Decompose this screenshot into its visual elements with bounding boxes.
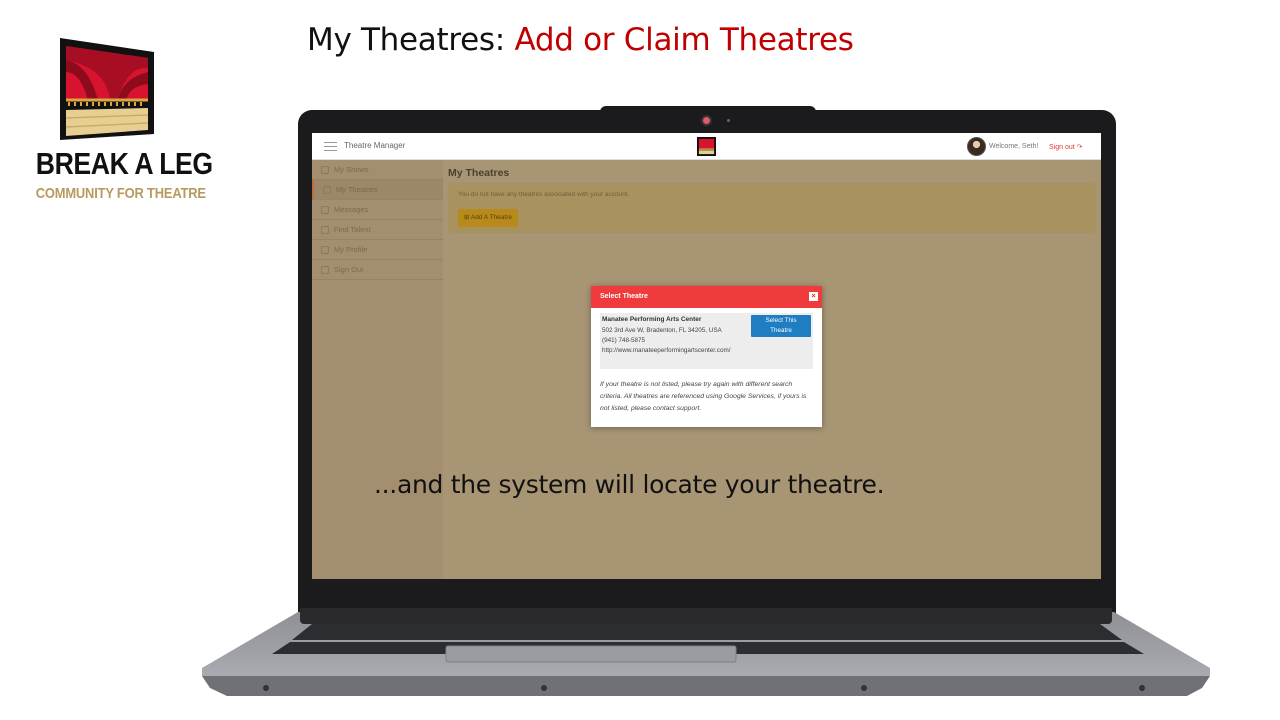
signout-link[interactable]: Sign out ↷ [1049, 143, 1083, 151]
laptop-screen: Theatre Manager Welcome, Seth! Sign out … [312, 133, 1101, 579]
laptop-hinge [300, 608, 1112, 624]
app-logo-icon [697, 137, 716, 156]
signout-label: Sign out [1049, 144, 1075, 151]
slide-caption: ...and the system will locate your theat… [374, 470, 885, 499]
welcome-text: Welcome, Seth! [989, 143, 1039, 150]
sidebar-item-my-theatres[interactable]: My Theatres [312, 180, 443, 200]
avatar[interactable] [967, 137, 986, 156]
modal-title: Select Theatre [600, 293, 648, 300]
messages-icon [321, 206, 329, 214]
theatre-url: http://www.manateeperformingartscenter.c… [602, 347, 731, 354]
plus-square-icon: ⊞ [464, 214, 470, 221]
sidebar-item-label: My Shows [334, 165, 369, 174]
add-theatre-label: Add A Theatre [470, 214, 512, 221]
no-theatres-alert: You do not have any theatres associated … [448, 183, 1096, 233]
sidebar-item-messages[interactable]: Messages [312, 200, 443, 220]
logo-title: BREAK A LEG [35, 146, 213, 181]
logo-subtitle: COMMUNITY FOR THEATRE [35, 185, 206, 202]
modal-header: Select Theatre × [591, 286, 822, 308]
page-title: My Theatres [448, 167, 510, 179]
webcam-icon [701, 115, 712, 126]
break-a-leg-logo: BREAK A LEG COMMUNITY FOR THEATRE [24, 38, 213, 208]
slide-title-accent: Add or Claim Theatres [514, 22, 854, 58]
sidebar-item-label: My Profile [334, 245, 368, 254]
user-icon [321, 226, 329, 234]
modal-help-text: If your theatre is not listed, please tr… [600, 381, 807, 412]
curtain-logo-icon [60, 38, 154, 140]
sidebar-item-label: My Theatres [336, 185, 378, 194]
sidebar-item-label: Find Talent [334, 225, 371, 234]
camera-sensor [727, 119, 730, 122]
theatre-address: 502 3rd Ave W, Bradenton, FL 34205, USA [602, 327, 722, 334]
select-button-line1: Select This [765, 317, 797, 324]
sidebar-item-label: Messages [334, 205, 369, 214]
slide-title-prefix: My Theatres: [307, 22, 505, 58]
signout-icon [321, 266, 329, 274]
select-button-line2: Theatre [770, 327, 792, 334]
select-theatre-modal: Select Theatre × Manatee Performing Arts… [591, 286, 822, 427]
theatre-icon [323, 186, 331, 194]
app-title: Theatre Manager [344, 141, 406, 150]
alert-text: You do not have any theatres associated … [458, 191, 630, 198]
app-topbar: Theatre Manager Welcome, Seth! Sign out … [312, 133, 1101, 160]
signout-icon: ↷ [1076, 144, 1083, 151]
menu-icon[interactable] [324, 142, 337, 151]
theatre-result: Manatee Performing Arts Center 502 3rd A… [600, 313, 813, 369]
profile-icon [321, 246, 329, 254]
theatre-phone: (941) 748-5875 [602, 337, 646, 344]
close-icon[interactable]: × [809, 292, 818, 301]
shows-icon [321, 166, 329, 174]
sidebar-item-find-talent[interactable]: Find Talent [312, 220, 443, 240]
theatre-name: Manatee Performing Arts Center [602, 316, 702, 323]
sidebar-item-my-profile[interactable]: My Profile [312, 240, 443, 260]
sidebar-item-my-shows[interactable]: My Shows [312, 160, 443, 180]
sidebar-item-sign-out[interactable]: Sign Out [312, 260, 443, 280]
select-theatre-button[interactable]: Select This Theatre [751, 315, 811, 337]
sidebar: My Shows My Theatres Messages Find Talen… [312, 160, 443, 579]
slide-title: My Theatres: Add or Claim Theatres [307, 22, 854, 58]
add-theatre-button[interactable]: ⊞ Add A Theatre [458, 209, 518, 227]
sidebar-item-label: Sign Out [334, 265, 364, 274]
